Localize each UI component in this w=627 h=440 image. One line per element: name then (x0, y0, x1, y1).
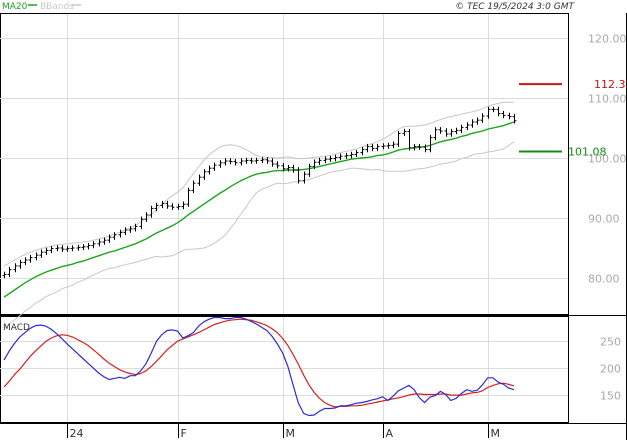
ma20-line (3, 121, 515, 298)
price-y-tick-label: 110.00 (588, 93, 627, 106)
x-axis-label: 24 (70, 427, 84, 440)
macd-y-tick-label: 150 (600, 390, 621, 403)
x-axis-label: M (491, 427, 501, 440)
bb-lower-line (3, 141, 515, 329)
price-y-tick-label: 120.00 (588, 33, 627, 46)
macd-gridlines (0, 317, 568, 422)
x-axis-label: F (181, 427, 187, 440)
x-axis-label: A (386, 427, 394, 440)
macd-series (3, 316, 515, 417)
price-y-axis: 80.0090.00100.00110.00120.00 (588, 33, 627, 286)
x-axis: 24 F M A M (67, 424, 501, 440)
stock-chart: 80.0090.00100.00110.00120.00 150200250 1… (0, 2, 627, 440)
macd-y-tick-label: 200 (600, 363, 621, 376)
macd-title: MACD (3, 323, 30, 333)
ohlc-bars (2, 106, 517, 279)
price-y-tick-label: 80.00 (588, 273, 620, 286)
support-label: 101.08 (568, 146, 607, 159)
legend-ma20: MA20 (2, 2, 28, 12)
macd-panel-frame (0, 316, 569, 423)
level-lines: 112.32 101.08 (519, 78, 627, 159)
macd-lines (3, 316, 515, 417)
macd-y-tick-label: 250 (600, 336, 621, 349)
legend-bbands: BBands (40, 2, 74, 12)
bb-upper-line (3, 101, 514, 267)
copyright-text: © TEC 19/5/2024 3:0 GMT (455, 2, 575, 12)
resistance-label: 112.32 (594, 78, 627, 91)
ma20-series (3, 121, 515, 298)
x-axis-label: M (286, 427, 296, 440)
price-panel-frame (0, 13, 569, 315)
macd-y-axis: 150 200 250 (600, 336, 621, 403)
bollinger-bands (3, 101, 515, 329)
price-y-tick-label: 90.00 (588, 213, 620, 226)
